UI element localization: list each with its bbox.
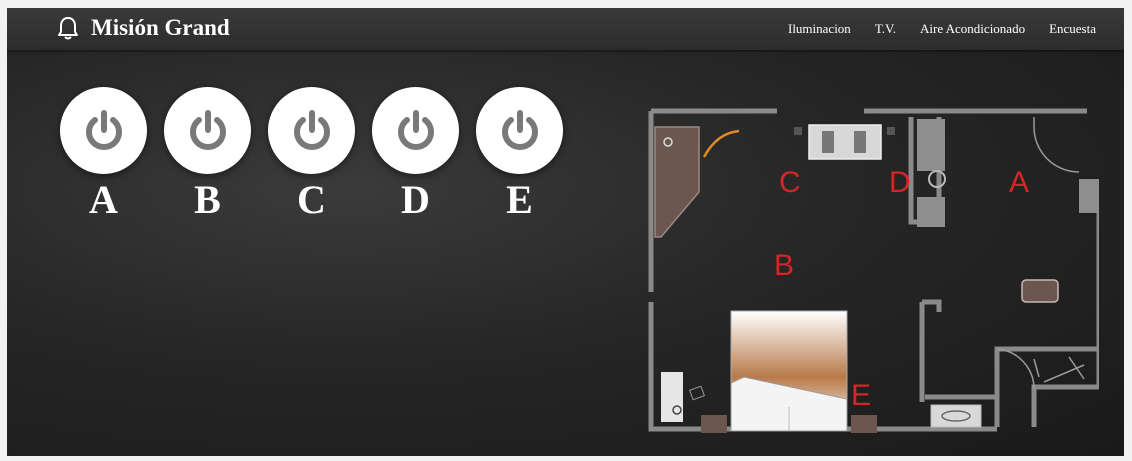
bell-icon <box>58 17 78 40</box>
zone-label: D <box>401 177 430 222</box>
power-icon <box>501 109 538 150</box>
power-icon <box>397 109 434 150</box>
power-button-c[interactable] <box>268 87 355 174</box>
power-button-e[interactable] <box>476 87 563 174</box>
power-button-b[interactable] <box>164 87 251 174</box>
zone-label: E <box>506 177 533 222</box>
zone-label: A <box>89 177 118 222</box>
zone-control-b: B <box>164 87 251 220</box>
brand[interactable]: Misión Grand <box>57 13 230 43</box>
power-icon <box>189 109 226 150</box>
zone-control-e: E <box>476 87 563 220</box>
power-button-d[interactable] <box>372 87 459 174</box>
plan-label-e: E <box>851 379 871 412</box>
app-title: Misión Grand <box>91 15 230 40</box>
main-nav: Iluminacion T.V. Aire Acondicionado Encu… <box>788 8 1096 50</box>
nav-aire-acondicionado[interactable]: Aire Acondicionado <box>920 21 1025 37</box>
plan-label-c: C <box>779 166 801 199</box>
zone-control-a: A <box>60 87 147 220</box>
nav-tv[interactable]: T.V. <box>875 21 896 37</box>
plan-label-a: A <box>1009 166 1029 199</box>
zone-label: B <box>194 177 221 222</box>
power-button-a[interactable] <box>60 87 147 174</box>
power-icon <box>293 109 330 150</box>
room-floorplan: C D A B E <box>648 108 1099 433</box>
power-icon <box>85 109 122 150</box>
zone-controls: A B C D E <box>60 87 563 220</box>
top-navbar: Misión Grand Iluminacion T.V. Aire Acond… <box>7 8 1124 50</box>
nav-iluminacion[interactable]: Iluminacion <box>788 21 851 37</box>
zone-control-d: D <box>372 87 459 220</box>
nav-encuesta[interactable]: Encuesta <box>1049 21 1096 37</box>
plan-label-d: D <box>889 166 911 199</box>
zone-control-c: C <box>268 87 355 220</box>
zone-label: C <box>297 177 326 222</box>
plan-label-b: B <box>774 249 794 282</box>
app-frame: Misión Grand Iluminacion T.V. Aire Acond… <box>7 8 1124 456</box>
